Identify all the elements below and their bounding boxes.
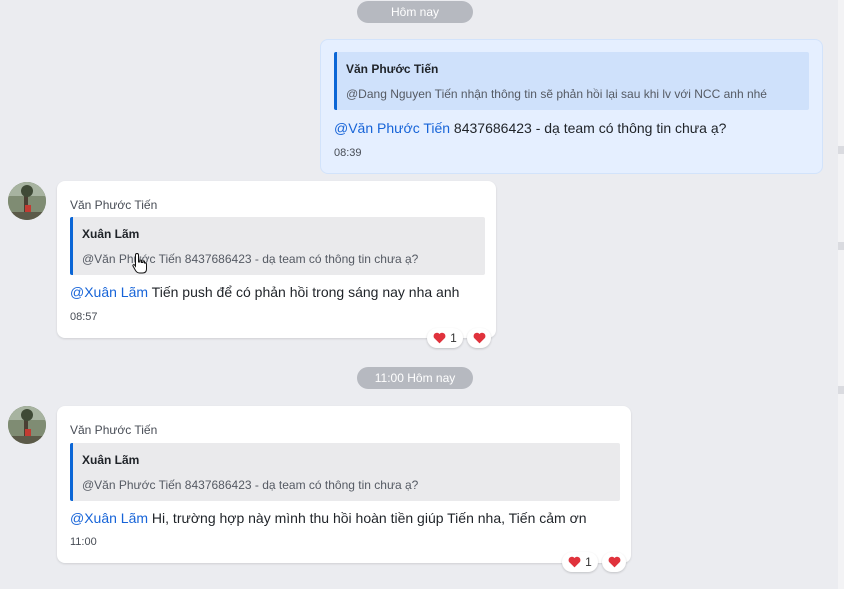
message-text: @Xuân Lãm Tiến push để có phản hồi trong… <box>70 284 459 300</box>
quote-text: @Dang Nguyen Tiến nhận thông tin sẽ phản… <box>346 87 767 101</box>
react-button[interactable] <box>467 328 491 348</box>
scroll-marker <box>838 386 844 394</box>
message-time: 11:00 <box>70 536 97 548</box>
message-body: 8437686423 - dạ team có thông tin chưa ạ… <box>450 120 727 136</box>
reaction-summary[interactable]: 1 <box>562 552 598 572</box>
message-bubble-incoming[interactable]: Văn Phước Tiến Xuân Lãm @Văn Phước Tiến … <box>57 406 631 563</box>
message-text: @Văn Phước Tiến 8437686423 - dạ team có … <box>334 120 726 136</box>
quote-author: Xuân Lãm <box>82 453 140 467</box>
hand-cursor-icon <box>132 252 147 274</box>
avatar[interactable] <box>8 406 46 444</box>
heart-icon <box>473 332 485 344</box>
quote-text: @Văn Phước Tiến 8437686423 - dạ team có … <box>82 478 419 492</box>
mention-link[interactable]: @Văn Phước Tiến <box>334 120 450 136</box>
quote-author: Xuân Lãm <box>82 227 140 241</box>
avatar[interactable] <box>8 182 46 220</box>
heart-icon <box>433 332 446 344</box>
react-button[interactable] <box>602 552 626 572</box>
scrollbar[interactable] <box>838 0 844 589</box>
reply-quote[interactable]: Văn Phước Tiến @Dang Nguyen Tiến nhận th… <box>334 52 809 110</box>
avatar-image <box>8 182 46 220</box>
scroll-marker <box>838 146 844 154</box>
message-time: 08:57 <box>70 311 98 323</box>
heart-icon <box>568 556 581 568</box>
avatar-image <box>8 406 46 444</box>
reply-quote[interactable]: Xuân Lãm @Văn Phước Tiến 8437686423 - dạ… <box>70 443 620 501</box>
scroll-marker <box>838 242 844 250</box>
date-label: 11:00 Hôm nay <box>374 371 456 385</box>
reaction-summary[interactable]: 1 <box>427 328 463 348</box>
message-body: Tiến push để có phản hồi trong sáng nay … <box>148 284 460 300</box>
quote-author: Văn Phước Tiến <box>346 62 439 76</box>
date-separator: 11:00 Hôm nay <box>357 367 473 389</box>
date-separator: Hôm nay <box>357 1 473 23</box>
chat-message-list[interactable]: Hôm nay Văn Phước Tiến @Dang Nguyen Tiến… <box>0 0 838 589</box>
mention-link[interactable]: @Xuân Lãm <box>70 510 148 526</box>
message-bubble-incoming[interactable]: Văn Phước Tiến Xuân Lãm @Văn Phước Tiến … <box>57 181 496 338</box>
message-time: 08:39 <box>334 147 362 159</box>
sender-name[interactable]: Văn Phước Tiến <box>70 198 157 212</box>
date-label: Hôm nay <box>390 5 440 19</box>
heart-icon <box>608 556 620 568</box>
reaction-count: 1 <box>450 331 457 345</box>
mention-link[interactable]: @Xuân Lãm <box>70 284 148 300</box>
reaction-count: 1 <box>585 555 592 569</box>
message-body: Hi, trường hợp này mình thu hồi hoàn tiề… <box>148 510 587 526</box>
message-bubble-outgoing[interactable]: Văn Phước Tiến @Dang Nguyen Tiến nhận th… <box>320 39 823 174</box>
sender-name[interactable]: Văn Phước Tiến <box>70 423 157 437</box>
message-text: @Xuân Lãm Hi, trường hợp này mình thu hồ… <box>70 510 587 526</box>
